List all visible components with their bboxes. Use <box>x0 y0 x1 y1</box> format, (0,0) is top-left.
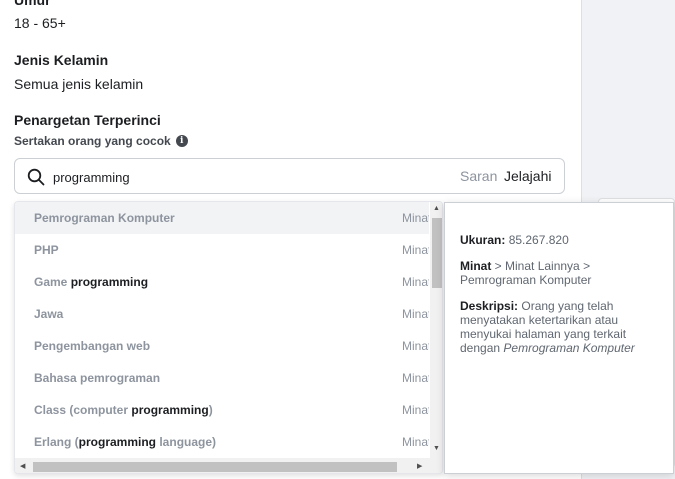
suggestion-item[interactable]: Bahasa pemrograman Minat <box>15 362 429 394</box>
interest-details-tooltip: Ukuran: 85.267.820 Minat > Minat Lainnya… <box>444 202 674 474</box>
tooltip-description: Deskripsi: Orang yang telah menyatakan k… <box>460 299 635 355</box>
suggestion-type: Minat <box>402 403 429 417</box>
suggestion-item[interactable]: Jawa Minat <box>15 298 429 330</box>
info-icon[interactable]: i <box>175 135 188 147</box>
suggestion-item[interactable]: PHP Minat <box>15 234 429 266</box>
suggestion-name: PHP <box>34 243 59 257</box>
vertical-scrollbar[interactable]: ▲ ▼ <box>430 202 442 458</box>
suggestion-name-part: programming <box>70 275 149 289</box>
tab-suggestions[interactable]: Saran <box>460 168 497 184</box>
detailed-targeting-title: Penargetan Terperinci <box>14 112 161 128</box>
suggestion-name-part: PHP <box>34 243 59 257</box>
include-label-text: Sertakan orang yang cocok <box>14 134 171 148</box>
suggestion-name-part: Pengembangan web <box>34 339 151 353</box>
suggestion-type: Minat <box>402 275 429 289</box>
age-label: Umur <box>14 0 51 8</box>
suggestion-name-part: Jawa <box>34 307 64 321</box>
suggestion-name: Pengembangan web <box>34 339 150 353</box>
suggestion-item[interactable]: Pengembangan web Minat <box>15 330 429 362</box>
tab-browse[interactable]: Jelajahi <box>504 168 551 184</box>
suggestion-name-part: Class (computer <box>34 403 132 417</box>
suggestion-type: Minat <box>402 307 429 321</box>
suggestion-name-part: Bahasa pemrograman <box>34 371 161 385</box>
tooltip-size: Ukuran: 85.267.820 <box>460 233 569 247</box>
vertical-scroll-thumb[interactable] <box>432 218 442 288</box>
horizontal-scrollbar[interactable]: ◀ ▶ <box>15 458 442 473</box>
suggestion-type: Minat <box>402 435 429 449</box>
gender-label: Jenis Kelamin <box>14 52 109 68</box>
suggestion-type: Minat <box>402 339 429 353</box>
include-label: Sertakan orang yang cocok i <box>14 134 188 148</box>
suggestion-name: Game programming <box>34 275 148 289</box>
suggestion-name-part: programming <box>131 403 209 417</box>
suggestion-type: Minat <box>402 243 429 257</box>
suggestion-item[interactable]: Erlang (programming language) Minat <box>15 426 429 458</box>
scroll-down-icon[interactable]: ▼ <box>433 445 440 453</box>
suggestion-name: Class (computer programming) <box>34 403 213 417</box>
tooltip-path: Minat > Minat Lainnya > Pemrograman Komp… <box>460 259 592 287</box>
scroll-up-icon[interactable]: ▲ <box>433 205 440 213</box>
search-input[interactable] <box>53 167 433 187</box>
suggestion-name-part: programming <box>78 435 157 449</box>
suggestion-dropdown: Pemrograman Komputer Minat PHP Minat Game pr… <box>14 201 443 474</box>
suggestion-name: Bahasa pemrograman <box>34 371 160 385</box>
suggestion-item[interactable]: Pemrograman Komputer Minat <box>15 202 429 234</box>
suggestion-name: Erlang (programming language) <box>34 435 216 449</box>
suggestion-type: Minat <box>402 371 429 385</box>
suggestion-name-part: Erlang ( <box>34 435 79 449</box>
suggestion-name-part: Game <box>34 275 71 289</box>
suggestion-name-part: Pemrograman Komputer <box>34 211 175 225</box>
suggestion-name: Jawa <box>34 307 63 321</box>
suggestion-name: Pemrograman Komputer <box>34 211 175 225</box>
gender-value: Semua jenis kelamin <box>14 76 144 92</box>
suggestion-type: Minat <box>402 211 429 225</box>
suggestion-item[interactable]: Game programming Minat <box>15 266 429 298</box>
targeting-search[interactable]: Saran Jelajahi <box>14 158 565 194</box>
suggestion-name-part: ) <box>208 403 213 417</box>
suggestion-name-part: language) <box>156 435 217 449</box>
search-icon <box>27 168 45 186</box>
scroll-left-icon[interactable]: ◀ <box>20 463 25 471</box>
scroll-right-icon[interactable]: ▶ <box>417 463 422 471</box>
age-value: 18 - 65+ <box>14 15 66 31</box>
horizontal-scroll-thumb[interactable] <box>33 462 397 472</box>
suggestion-item[interactable]: Class (computer programming) Minat <box>15 394 429 426</box>
